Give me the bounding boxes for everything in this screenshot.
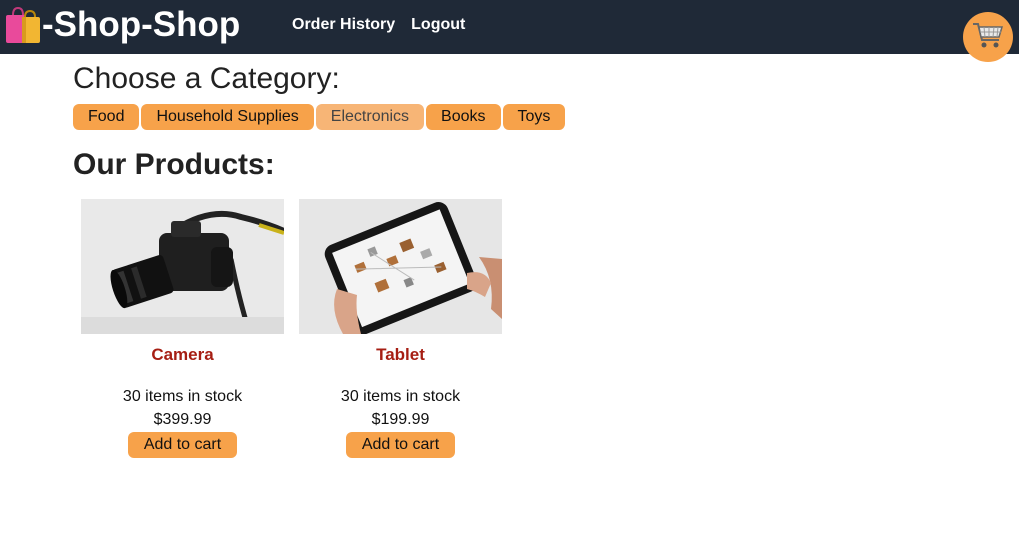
- nav-logout[interactable]: Logout: [411, 16, 465, 34]
- product-name-link[interactable]: Camera: [81, 345, 284, 365]
- products-heading: Our Products:: [73, 148, 275, 181]
- add-to-cart-button[interactable]: Add to cart: [345, 432, 456, 458]
- brand-link[interactable]: -Shop-Shop: [4, 5, 240, 45]
- cart-button[interactable]: [963, 12, 1013, 62]
- product-price: $399.99: [153, 411, 212, 428]
- tablet-image[interactable]: [299, 199, 502, 335]
- category-toys-button[interactable]: Toys: [502, 104, 566, 130]
- category-list: Food Household Supplies Electronics Book…: [73, 104, 566, 130]
- shopping-cart-icon: [971, 20, 1005, 55]
- category-electronics-button[interactable]: Electronics: [315, 104, 425, 130]
- add-to-cart-button[interactable]: Add to cart: [127, 432, 238, 458]
- shopping-bags-icon: [4, 5, 42, 45]
- category-heading: Choose a Category:: [73, 62, 340, 95]
- camera-image[interactable]: [81, 199, 286, 334]
- top-navbar: -Shop-Shop Order History Logout: [0, 0, 1019, 62]
- product-card: Tablet 30 items in stock $199.99 Add to …: [299, 199, 502, 458]
- category-food-button[interactable]: Food: [73, 104, 140, 130]
- product-stock: 30 items in stock: [340, 388, 461, 405]
- product-stock: 30 items in stock: [122, 388, 243, 405]
- product-price: $199.99: [371, 411, 430, 428]
- category-household-supplies-button[interactable]: Household Supplies: [141, 104, 314, 130]
- brand-title: -Shop-Shop: [42, 5, 241, 44]
- category-books-button[interactable]: Books: [426, 104, 501, 130]
- nav-links: Order History Logout: [292, 16, 465, 34]
- product-name-link[interactable]: Tablet: [299, 345, 502, 365]
- product-card: Camera 30 items in stock $399.99 Add to …: [81, 199, 286, 458]
- nav-order-history[interactable]: Order History: [292, 16, 395, 34]
